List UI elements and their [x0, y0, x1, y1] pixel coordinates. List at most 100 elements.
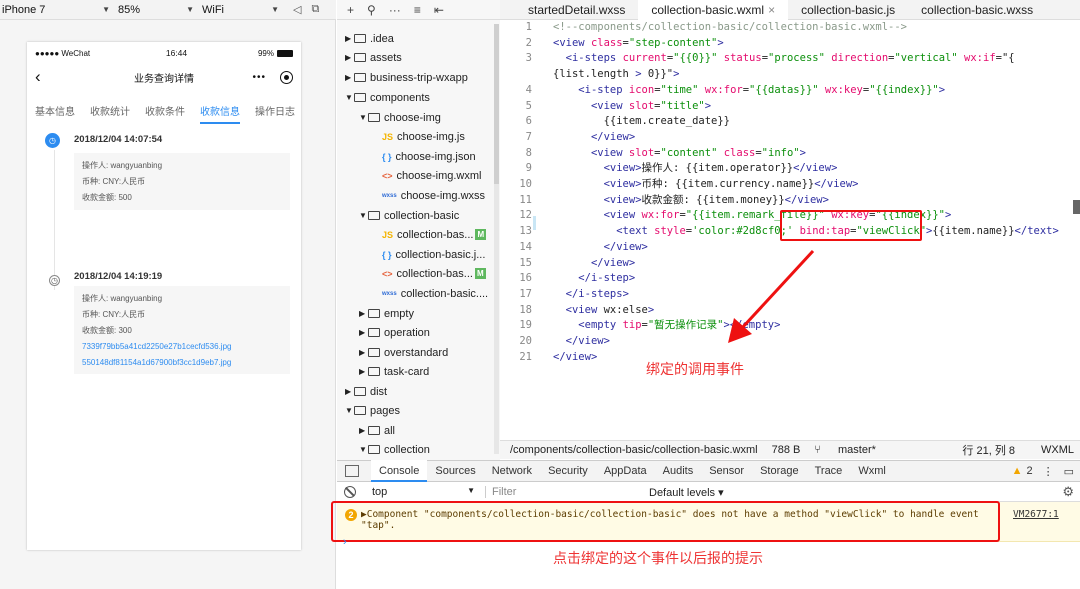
tab-collection-info[interactable]: 收款信息	[200, 104, 240, 128]
tree-item[interactable]: <> choose-img.wxml	[382, 166, 481, 185]
tree-item[interactable]: { } choose-img.json	[382, 147, 476, 166]
network-select[interactable]: WiFi ▼	[194, 0, 279, 20]
device-select[interactable]: iPhone 7 ▼	[0, 0, 110, 20]
chevron-down-icon[interactable]: ▼	[345, 93, 354, 102]
tree-item[interactable]: ▼ collection	[359, 440, 430, 459]
editor-tab-active[interactable]: collection-basic.wxml ×	[638, 0, 789, 20]
console-prompt[interactable]: ›	[343, 536, 347, 548]
tab-collection-conditions[interactable]: 收款条件	[145, 104, 185, 128]
tree-item[interactable]: ▼ components	[345, 88, 430, 107]
chevron-right-icon[interactable]: ▶	[359, 328, 368, 337]
tab-audits[interactable]: Audits	[655, 460, 702, 482]
source-link[interactable]: VM2677:1	[1013, 509, 1059, 520]
tab-wxml[interactable]: Wxml	[850, 460, 894, 482]
tab-storage[interactable]: Storage	[752, 460, 807, 482]
code-line[interactable]: {list.length > 0}}">	[500, 67, 1080, 82]
tree-item[interactable]: wxss collection-basic....	[382, 284, 488, 303]
rotate-icon[interactable]: ⧉	[311, 3, 319, 16]
editor-tab[interactable]: startedDetail.wxss	[500, 0, 638, 20]
collapse-icon[interactable]: ⇤	[434, 3, 444, 17]
chevron-right-icon[interactable]: ▶	[359, 367, 368, 376]
log-levels-select[interactable]: Default levels ▾	[649, 486, 724, 499]
chevron-right-icon[interactable]: ▶	[359, 309, 368, 318]
tab-console[interactable]: Console	[371, 460, 428, 482]
zoom-select[interactable]: 85% ▼	[110, 0, 194, 20]
back-icon[interactable]: ‹	[35, 67, 55, 87]
code-line[interactable]: 10 <view>币种: {{item.currency.name}}</vie…	[500, 177, 1080, 192]
tree-item[interactable]: { } collection-basic.j...	[382, 245, 485, 264]
tree-item-label: business-trip-wxapp	[370, 71, 468, 84]
git-branch[interactable]: ⑂ master*	[814, 444, 890, 456]
tab-network[interactable]: Network	[484, 460, 540, 482]
code-line[interactable]: 2 <view class="step-content">	[500, 36, 1080, 51]
tab-sources[interactable]: Sources	[427, 460, 483, 482]
tree-scroll-thumb[interactable]	[494, 24, 499, 184]
chevron-down-icon[interactable]: ▼	[359, 445, 368, 454]
language-mode[interactable]: WXML	[1041, 444, 1074, 456]
tree-item[interactable]: ▼ choose-img	[359, 108, 441, 127]
gear-icon[interactable]: ⚙	[1062, 484, 1074, 500]
tree-item[interactable]: ▶ .idea	[345, 29, 394, 48]
filter-input[interactable]: Filter	[486, 486, 649, 498]
tree-item[interactable]: ▶ operation	[359, 323, 430, 342]
code-line[interactable]: 1 <!--components/collection-basic/collect…	[500, 20, 1080, 35]
tree-item[interactable]: ▼ collection-basic	[359, 206, 459, 225]
tree-item[interactable]: ▶ assets	[345, 48, 402, 67]
tab-collection-stats[interactable]: 收款统计	[90, 104, 130, 128]
warning-count[interactable]: ▲ 2	[1012, 465, 1033, 477]
tree-item[interactable]: ▶ all	[359, 421, 395, 440]
tab-trace[interactable]: Trace	[807, 460, 851, 482]
remark-file-link[interactable]: 7339f79bb5a41cd2250e27b1cecfd536.jpg	[82, 339, 282, 355]
inspect-icon[interactable]	[345, 465, 359, 477]
code-line[interactable]: 21 </view>	[500, 350, 1080, 365]
tree-item[interactable]: <> collection-bas... M	[382, 264, 486, 283]
tree-item[interactable]: ▶ empty	[359, 304, 414, 323]
tree-item[interactable]: wxss choose-img.wxss	[382, 186, 485, 205]
tab-security[interactable]: Security	[540, 460, 596, 482]
tree-item[interactable]: ▼ pages	[345, 401, 400, 420]
tree-item[interactable]: ▶ business-trip-wxapp	[345, 68, 468, 87]
editor-tab[interactable]: collection-basic.wxss	[908, 0, 1046, 20]
tree-item[interactable]: JS choose-img.js	[382, 127, 465, 146]
code-line[interactable]: 9 <view>操作人: {{item.operator}}</view>	[500, 161, 1080, 176]
code-line[interactable]: 4 <i-step icon="time" wx:for="{{datas}}"…	[500, 83, 1080, 98]
clear-console-icon[interactable]	[344, 486, 356, 498]
chevron-right-icon[interactable]: ▶	[345, 53, 354, 62]
add-icon[interactable]: +	[347, 3, 354, 17]
more-icon[interactable]: ···	[389, 3, 401, 17]
tree-item[interactable]: ▶ task-card	[359, 362, 429, 381]
editor-tab[interactable]: collection-basic.js	[788, 0, 908, 20]
code-line[interactable]: 5 <view slot="title">	[500, 99, 1080, 114]
dock-icon[interactable]: ▭	[1064, 465, 1074, 478]
tab-sensor[interactable]: Sensor	[701, 460, 752, 482]
chevron-down-icon[interactable]: ▼	[345, 406, 354, 415]
code-line[interactable]: 7 </view>	[500, 130, 1080, 145]
chevron-right-icon[interactable]: ▶	[359, 426, 368, 435]
tab-appdata[interactable]: AppData	[596, 460, 655, 482]
more-icon[interactable]: •••	[252, 72, 266, 83]
volume-icon[interactable]: ◁	[293, 3, 301, 16]
remark-file-link[interactable]: 550148df81154a1d67900bf3cc1d9eb7.jpg	[82, 355, 282, 371]
search-icon[interactable]: ⚲	[367, 3, 376, 17]
tree-item[interactable]: JS collection-bas... M	[382, 225, 487, 244]
sort-icon[interactable]: ≡	[414, 3, 421, 17]
tree-item[interactable]: ▶ dist	[345, 382, 387, 401]
chevron-right-icon[interactable]: ▶	[359, 348, 368, 357]
chevron-right-icon[interactable]: ▶	[345, 387, 354, 396]
context-select[interactable]: top ▼	[366, 486, 486, 498]
chevron-right-icon[interactable]: ▶	[345, 73, 354, 82]
chevron-right-icon[interactable]: ▶	[345, 34, 354, 43]
tree-item[interactable]: ▶ overstandard	[359, 343, 448, 362]
close-icon[interactable]: ×	[768, 3, 775, 17]
code-line[interactable]: 11 <view>收款金额: {{item.money}}</view>	[500, 193, 1080, 208]
code-line[interactable]: 8 <view slot="content" class="info">	[500, 146, 1080, 161]
close-target-icon[interactable]	[280, 70, 293, 84]
code-line[interactable]: 6 {{item.create_date}}	[500, 114, 1080, 129]
tab-operation-log[interactable]: 操作日志	[255, 104, 295, 128]
tab-basic-info[interactable]: 基本信息	[35, 104, 75, 128]
cursor-position[interactable]: 行 21, 列 8	[962, 442, 1015, 458]
chevron-down-icon[interactable]: ▼	[359, 113, 368, 122]
kebab-icon[interactable]: ⋮	[1043, 465, 1054, 478]
code-line[interactable]: 3 <i-steps current="{{0}}" status="proce…	[500, 51, 1080, 66]
chevron-down-icon[interactable]: ▼	[359, 211, 368, 220]
